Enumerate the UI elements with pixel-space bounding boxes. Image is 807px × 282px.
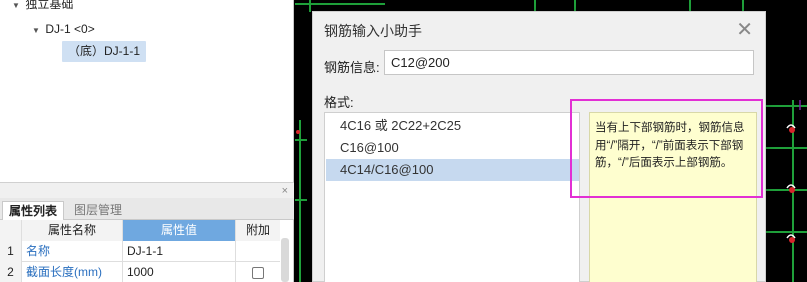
tree-item-label: DJ-1 <0> — [45, 22, 95, 36]
annotation-highlight-box — [570, 99, 763, 198]
property-value[interactable]: DJ-1-1 — [123, 241, 236, 262]
header-value: 属性值 — [123, 220, 236, 241]
format-list[interactable]: 4C16 或 2C22+2C25 C16@100 4C14/C16@100 — [324, 112, 580, 282]
scrollbar[interactable] — [281, 238, 289, 282]
header-name: 属性名称 — [22, 220, 123, 241]
property-value[interactable]: 1000 — [123, 262, 236, 282]
table-row[interactable]: 1 名称 DJ-1-1 — [0, 241, 280, 262]
tree-item-label: 独立基础 — [25, 0, 74, 11]
panel-splitter[interactable]: × — [0, 182, 294, 198]
component-tree: ▼ 独立基础 ▼ DJ-1 <0> （底）DJ-1-1 — [0, 0, 294, 182]
tab-layer-management[interactable]: 图层管理 — [68, 201, 128, 220]
row-index: 2 — [0, 262, 22, 282]
header-extra: 附加 — [236, 220, 280, 241]
property-name: 截面长度(mm) — [22, 262, 123, 282]
table-header: 属性名称 属性值 附加 — [0, 220, 280, 241]
header-index — [0, 220, 22, 241]
tree-item-root[interactable]: ▼ 独立基础 — [12, 0, 73, 14]
format-item-selected[interactable]: 4C14/C16@100 — [326, 159, 579, 181]
format-label: 格式: — [324, 95, 354, 110]
property-panel: × 属性列表 图层管理 属性名称 属性值 附加 1 名称 DJ-1-1 2 截面… — [0, 182, 294, 282]
dialog-title: 钢筋输入小助手 — [324, 23, 422, 39]
extra-checkbox[interactable] — [252, 266, 264, 279]
rebar-info-input[interactable] — [384, 50, 754, 75]
property-extra — [236, 241, 280, 262]
tree-item-dj1[interactable]: ▼ DJ-1 <0> — [32, 19, 95, 39]
property-tabs: 属性列表 图层管理 — [0, 198, 294, 220]
tree-item-label: （底）DJ-1-1 — [68, 44, 141, 58]
property-extra — [236, 262, 280, 282]
rebar-info-label: 钢筋信息: — [324, 60, 380, 75]
row-index: 1 — [0, 241, 22, 262]
expand-arrow-icon[interactable]: ▼ — [12, 0, 22, 16]
expand-arrow-icon[interactable]: ▼ — [32, 21, 42, 41]
table-row[interactable]: 2 截面长度(mm) 1000 — [0, 262, 280, 282]
property-name: 名称 — [22, 241, 123, 262]
close-icon[interactable]: × — [282, 183, 288, 199]
tree-item-dj1-1[interactable]: （底）DJ-1-1 — [62, 41, 147, 62]
format-item[interactable]: 4C16 或 2C22+2C25 — [326, 115, 579, 137]
tab-property-list[interactable]: 属性列表 — [2, 201, 65, 220]
format-item[interactable]: C16@100 — [326, 137, 579, 159]
close-icon[interactable]: ✕ — [736, 17, 753, 42]
